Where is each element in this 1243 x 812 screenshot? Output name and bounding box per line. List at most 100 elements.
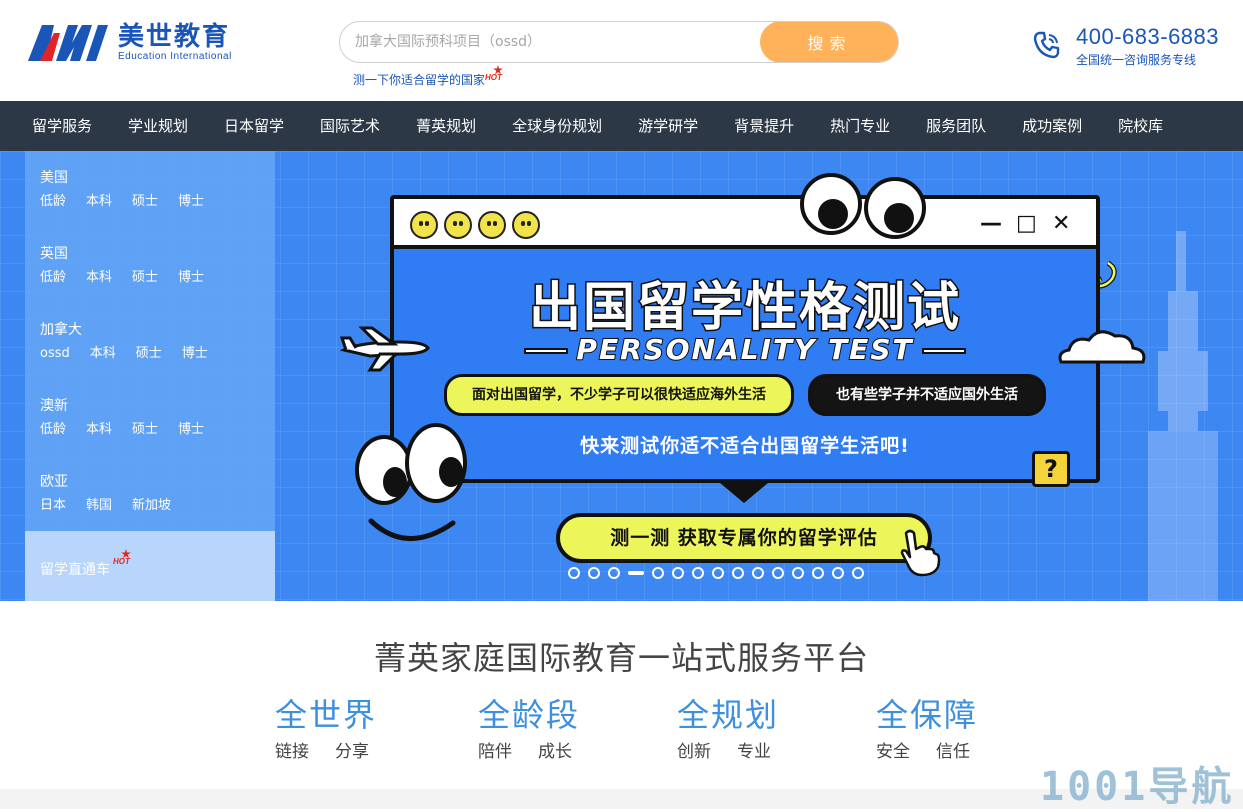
- slide-dot[interactable]: [852, 567, 864, 579]
- bubble-right: 也有些学子并不适应国外生活: [808, 374, 1046, 416]
- banner-subheadline: PERSONALITY TEST: [575, 332, 914, 367]
- smiley-happy-icon: [444, 211, 472, 239]
- smiley-neutral-icon: [512, 211, 540, 239]
- hot-badge-icon: HOT: [485, 65, 511, 83]
- statue-of-liberty-icon: [1148, 231, 1218, 601]
- feature-all-ages: 全龄段 陪伴 成长: [478, 695, 638, 762]
- slide-dot[interactable]: [588, 567, 600, 579]
- region-link[interactable]: 低龄: [40, 193, 66, 211]
- personality-test-cta-button[interactable]: 测一测 获取专属你的留学评估: [556, 513, 932, 563]
- slide-dot[interactable]: [812, 567, 824, 579]
- nav-item-international-art[interactable]: 国际艺术: [302, 101, 398, 151]
- region-link[interactable]: 博士: [178, 421, 204, 439]
- region-link[interactable]: 博士: [178, 269, 204, 287]
- region-canada: 加拿大 ossd 本科 硕士 博士: [25, 321, 275, 363]
- feature-sub: 安全: [876, 742, 910, 762]
- airplane-icon: [340, 326, 430, 372]
- quiz-link-label: 测一下你适合留学的国家: [353, 73, 486, 87]
- search-box: 搜索: [339, 21, 899, 63]
- hot-badge-text: HOT: [485, 73, 502, 82]
- nav-item-school-library[interactable]: 院校库: [1100, 101, 1181, 151]
- region-title[interactable]: 欧亚: [40, 473, 275, 491]
- region-link[interactable]: 本科: [86, 421, 112, 439]
- nav-item-study-tour[interactable]: 游学研学: [620, 101, 716, 151]
- feature-title: 全世界: [275, 696, 378, 734]
- nav-item-academic-planning[interactable]: 学业规划: [110, 101, 206, 151]
- region-link[interactable]: ossd: [40, 345, 70, 363]
- region-link[interactable]: 硕士: [132, 269, 158, 287]
- feature-sub: 分享: [335, 742, 369, 762]
- slide-dot[interactable]: [652, 567, 664, 579]
- slide-dot[interactable]: [832, 567, 844, 579]
- hot-badge-text: HOT: [113, 557, 130, 566]
- region-link[interactable]: 博士: [182, 345, 208, 363]
- region-link[interactable]: 硕士: [132, 421, 158, 439]
- slide-dot[interactable]: [792, 567, 804, 579]
- nav-item-japan-study[interactable]: 日本留学: [206, 101, 302, 151]
- smiley-dizzy-icon: [478, 211, 506, 239]
- bubble-left: 面对出国留学，不少学子可以很快适应海外生活: [444, 374, 794, 416]
- slide-dot[interactable]: [692, 567, 704, 579]
- region-title[interactable]: 澳新: [40, 397, 275, 415]
- region-title[interactable]: 美国: [40, 169, 275, 187]
- hero-banner[interactable]: 美国 低龄 本科 硕士 博士 英国 低龄 本科 硕士 博士 加拿大 ossd 本…: [0, 151, 1243, 601]
- feature-sub: 链接: [275, 742, 309, 762]
- feature-sub: 信任: [936, 742, 970, 762]
- slide-dot[interactable]: [712, 567, 724, 579]
- hotline-label: 全国统一咨询服务专线: [1076, 53, 1197, 67]
- close-icon: ✕: [1052, 211, 1071, 236]
- slide-dot[interactable]: [608, 567, 620, 579]
- feature-full-guarantee: 全保障 安全 信任: [876, 695, 1036, 762]
- region-link[interactable]: 硕士: [136, 345, 162, 363]
- hotline-number: 400-683-6883: [1076, 24, 1220, 49]
- cloud-icon: [1058, 330, 1146, 364]
- direct-train-link[interactable]: 留学直通车 HOT: [25, 531, 275, 601]
- nav-item-service-team[interactable]: 服务团队: [908, 101, 1004, 151]
- region-link[interactable]: 本科: [90, 345, 116, 363]
- feature-title: 全保障: [876, 696, 979, 734]
- banner-prompt: 快来测试你适不适合出国留学生活吧!: [580, 435, 910, 457]
- region-link[interactable]: 日本: [40, 497, 66, 515]
- nav-item-study-abroad[interactable]: 留学服务: [14, 101, 110, 151]
- ad-window-tail: [720, 483, 768, 503]
- nav-item-hot-majors[interactable]: 热门专业: [812, 101, 908, 151]
- region-link[interactable]: 本科: [86, 269, 112, 287]
- logo-cn-text: 美世教育: [118, 22, 231, 52]
- eyes-smile-icon: [355, 423, 475, 553]
- nav-item-elite-planning[interactable]: 菁英规划: [398, 101, 494, 151]
- nav-item-global-identity[interactable]: 全球身份规划: [494, 101, 620, 151]
- region-title[interactable]: 英国: [40, 245, 275, 263]
- slide-dot[interactable]: [672, 567, 684, 579]
- search-button[interactable]: 搜索: [760, 22, 898, 62]
- eyes-icon: [800, 173, 930, 239]
- main-nav: 留学服务 学业规划 日本留学 国际艺术 菁英规划 全球身份规划 游学研学 背景提…: [0, 101, 1243, 151]
- region-menu: 美国 低龄 本科 硕士 博士 英国 低龄 本科 硕士 博士 加拿大 ossd 本…: [25, 151, 275, 601]
- banner-headline: 出国留学性格测试: [527, 277, 961, 340]
- site-header: 美世教育 Education International 搜索 测一下你适合留学…: [0, 0, 1243, 101]
- quiz-link[interactable]: 测一下你适合留学的国家 HOT: [353, 65, 503, 88]
- region-link[interactable]: 低龄: [40, 421, 66, 439]
- region-link[interactable]: 本科: [86, 193, 112, 211]
- slide-dot[interactable]: [568, 567, 580, 579]
- direct-train-label: 留学直通车: [40, 562, 110, 578]
- slide-dot-active[interactable]: [628, 571, 644, 575]
- nav-item-background-boost[interactable]: 背景提升: [716, 101, 812, 151]
- hotline: 400-683-6883 全国统一咨询服务专线: [1032, 24, 1232, 70]
- region-link[interactable]: 博士: [178, 193, 204, 211]
- ad-window: — □ ✕ 出国留学性格测试 PERSONALITY TEST 面对出国留学，不…: [390, 195, 1100, 487]
- slide-dot[interactable]: [732, 567, 744, 579]
- region-title[interactable]: 加拿大: [40, 321, 275, 339]
- slide-dot[interactable]: [752, 567, 764, 579]
- slide-dot[interactable]: [772, 567, 784, 579]
- phone-icon: [1033, 31, 1060, 59]
- search-input[interactable]: [340, 22, 760, 62]
- region-link[interactable]: 硕士: [132, 193, 158, 211]
- nav-item-success-cases[interactable]: 成功案例: [1004, 101, 1100, 151]
- site-logo[interactable]: 美世教育 Education International: [26, 22, 248, 64]
- maximize-icon: □: [1016, 211, 1037, 236]
- feature-sub: 专业: [737, 742, 771, 762]
- region-link[interactable]: 韩国: [86, 497, 112, 515]
- region-link[interactable]: 新加坡: [132, 497, 171, 515]
- region-link[interactable]: 低龄: [40, 269, 66, 287]
- feature-full-planning: 全规划 创新 专业: [677, 695, 837, 762]
